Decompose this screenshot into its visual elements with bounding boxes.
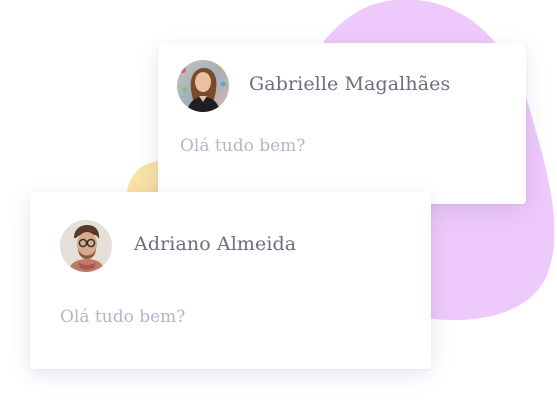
sender-name: Adriano Almeida — [134, 233, 297, 255]
message-text: Olá tudo bem? — [180, 136, 306, 156]
woman-avatar-icon — [177, 60, 229, 112]
man-with-glasses-avatar-icon — [60, 220, 112, 272]
sender-name: Gabrielle Magalhães — [249, 73, 451, 95]
message-text: Olá tudo bem? — [60, 307, 186, 327]
message-card[interactable]: Adriano Almeida Olá tudo bem? — [30, 192, 431, 369]
chat-preview-illustration: Gabrielle Magalhães Olá tudo bem? Adrian… — [0, 0, 557, 408]
message-card[interactable]: Gabrielle Magalhães Olá tudo bem? — [158, 43, 526, 204]
